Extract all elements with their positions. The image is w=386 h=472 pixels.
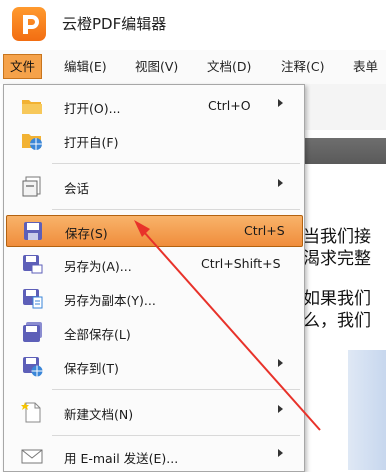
menu-bar: 文件 编辑(E) 视图(V) 文档(D) 注释(C) 表单: [0, 50, 386, 84]
menu-item-save-all[interactable]: 全部保存(L): [6, 317, 301, 347]
submenu-arrow-icon: [278, 99, 283, 107]
menu-item-label: 保存到(T): [64, 361, 119, 376]
menu-separator: [52, 435, 300, 436]
app-title: 云橙PDF编辑器: [62, 15, 167, 33]
menu-item-send-email[interactable]: 用 E-mail 发送(E)...: [6, 441, 301, 471]
menu-edit[interactable]: 编辑(E): [58, 55, 113, 78]
menu-item-label: 会话: [64, 181, 90, 196]
menu-item-label: 全部保存(L): [64, 327, 131, 342]
menu-separator: [52, 389, 300, 390]
app-logo-icon: [12, 7, 46, 41]
menu-item-label: 用 E-mail 发送(E)...: [64, 451, 179, 466]
menu-document[interactable]: 文档(D): [201, 55, 257, 78]
menu-item-new-document[interactable]: 新建文档(N): [6, 397, 301, 427]
save-all-icon: [21, 321, 43, 343]
title-bar: 云橙PDF编辑器: [0, 0, 386, 46]
menu-file[interactable]: 文件: [3, 54, 43, 79]
menu-item-save-copy[interactable]: 另存为副本(Y)...: [6, 283, 301, 313]
menu-item-label: 另存为(A)...: [64, 259, 132, 274]
menu-comment[interactable]: 注释(C): [275, 55, 330, 78]
document-tab-bar: [300, 138, 386, 164]
folder-web-icon: [21, 129, 43, 151]
file-menu-dropdown: 打开(O)... Ctrl+O 打开自(F) 会话 保存(S) Ctrl+S 另…: [3, 84, 305, 472]
menu-item-save-to[interactable]: 保存到(T): [6, 351, 301, 381]
menu-view[interactable]: 视图(V): [129, 55, 184, 78]
submenu-arrow-icon: [278, 359, 283, 367]
save-icon: [22, 220, 44, 242]
session-icon: [21, 175, 43, 197]
save-to-icon: [21, 355, 43, 377]
shortcut-label: Ctrl+O: [208, 98, 251, 113]
shortcut-label: Ctrl+S: [244, 223, 285, 238]
document-text-line: 渴求完整: [303, 249, 371, 269]
menu-item-save[interactable]: 保存(S) Ctrl+S: [6, 215, 303, 247]
email-icon: [21, 445, 43, 467]
menu-item-save-as[interactable]: 另存为(A)... Ctrl+Shift+S: [6, 249, 301, 279]
menu-item-label: 另存为副本(Y)...: [64, 293, 156, 308]
shortcut-label: Ctrl+Shift+S: [201, 256, 281, 271]
menu-item-label: 打开(O)...: [64, 101, 121, 116]
menu-item-open-from[interactable]: 打开自(F): [6, 125, 301, 155]
submenu-arrow-icon: [278, 449, 283, 457]
save-copy-icon: [21, 287, 43, 309]
new-document-icon: [21, 401, 43, 423]
document-text-line: 么，我们: [303, 311, 371, 331]
menu-separator: [52, 209, 300, 210]
menu-item-label: 新建文档(N): [64, 407, 134, 422]
menu-separator: [52, 163, 300, 164]
menu-item-open[interactable]: 打开(O)... Ctrl+O: [6, 91, 301, 121]
document-image: [348, 350, 386, 470]
menu-item-session[interactable]: 会话: [6, 171, 301, 201]
folder-icon: [21, 95, 43, 117]
save-as-icon: [21, 253, 43, 275]
menu-item-label: 打开自(F): [64, 135, 119, 150]
menu-item-label: 保存(S): [65, 226, 108, 241]
submenu-arrow-icon: [278, 405, 283, 413]
toolbar-area: [300, 84, 386, 130]
menu-form[interactable]: 表单: [347, 55, 384, 78]
submenu-arrow-icon: [278, 179, 283, 187]
